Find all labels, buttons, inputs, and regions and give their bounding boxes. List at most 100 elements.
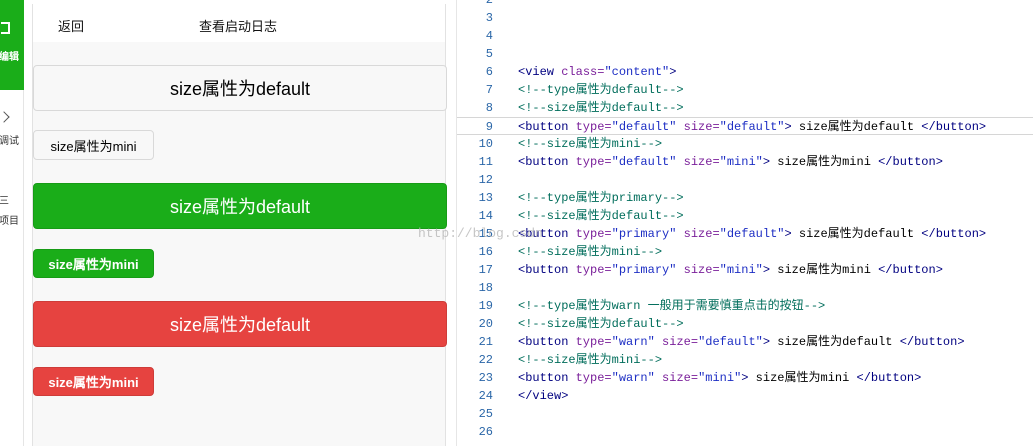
- code-token-text: size属性为mini: [748, 371, 857, 385]
- code-token-tag: >: [784, 227, 792, 241]
- simulator-screen: 返回 查看启动日志 size属性为default size属性为mini siz…: [32, 4, 447, 446]
- primary-button-mini-size[interactable]: size属性为mini: [33, 249, 154, 278]
- code-token-attr: size=: [662, 335, 699, 349]
- code-editor[interactable]: 2 3 4 5 6 <view class="content"> 7 <!--type属性为d…: [456, 0, 1033, 446]
- code-token-tag: <button: [518, 335, 576, 349]
- code-line[interactable]: 13 <!--type属性为primary-->: [457, 189, 1033, 207]
- code-token-value: "primary": [611, 263, 677, 277]
- code-line[interactable]: 20 <!--size属性为default-->: [457, 315, 1033, 333]
- code-text: <button type="primary" size="default"> s…: [518, 225, 986, 243]
- code-token-comment: <!--type属性为warn 一般用于需要慎重点击的按钮-->: [518, 299, 826, 313]
- line-number: 6: [485, 65, 493, 79]
- back-link[interactable]: 返回: [58, 16, 84, 35]
- code-text: <!--type属性为warn 一般用于需要慎重点击的按钮-->: [518, 297, 825, 315]
- code-token-comment: <!--size属性为default-->: [518, 101, 684, 115]
- code-line[interactable]: 18: [457, 279, 1033, 297]
- warn-button-default-size[interactable]: size属性为default: [33, 301, 447, 347]
- warn-button-mini-size[interactable]: size属性为mini: [33, 367, 154, 396]
- code-line[interactable]: 8 <!--size属性为default-->: [457, 99, 1033, 117]
- code-token-value: "mini": [719, 263, 763, 277]
- code-token-tag: <button: [518, 155, 576, 169]
- code-text: <!--size属性为default-->: [518, 207, 684, 225]
- code-token-attr: size=: [683, 120, 720, 134]
- code-token-comment: <!--type属性为default-->: [518, 83, 684, 97]
- code-token-text: size属性为default: [791, 120, 922, 134]
- code-token-value: "mini": [698, 371, 742, 385]
- view-startup-log-link[interactable]: 查看启动日志: [199, 16, 277, 35]
- code-token-comment: <!--size属性为default-->: [518, 317, 684, 331]
- code-line[interactable]: 21 <button type="warn" size="default"> si…: [457, 333, 1033, 351]
- code-line[interactable]: 12: [457, 171, 1033, 189]
- code-line[interactable]: 3: [457, 9, 1033, 27]
- code-line[interactable]: 15 <button type="primary" size="default">…: [457, 225, 1033, 243]
- code-token-value: "mini": [719, 155, 763, 169]
- code-line[interactable]: 24 </view>: [457, 387, 1033, 405]
- code-line[interactable]: 14 <!--size属性为default-->: [457, 207, 1033, 225]
- code-token-attr: type=: [575, 155, 612, 169]
- code-token-text: size属性为mini: [770, 263, 879, 277]
- code-token-tag: </button>: [899, 335, 965, 349]
- code-text: <button type="default" size="mini"> size…: [518, 153, 943, 171]
- code-token-tag: </button>: [921, 227, 987, 241]
- left-sidebar: 编辑 调试 三 项目: [0, 0, 24, 446]
- code-token-comment: <!--type属性为primary-->: [518, 191, 684, 205]
- line-number: 7: [485, 83, 493, 97]
- code-token-comment: <!--size属性为default-->: [518, 209, 684, 223]
- code-line[interactable]: 22 <!--size属性为mini-->: [457, 351, 1033, 369]
- code-line[interactable]: 23 <button type="warn" size="mini"> size属…: [457, 369, 1033, 387]
- code-line[interactable]: 26: [457, 423, 1033, 441]
- code-line[interactable]: 5: [457, 45, 1033, 63]
- code-token-value: "default": [611, 120, 677, 134]
- line-number: 14: [478, 209, 493, 223]
- default-button-default-size[interactable]: size属性为default: [33, 65, 447, 111]
- line-number: 2: [485, 0, 493, 7]
- sidebar-item-editor[interactable]: 编辑: [0, 0, 24, 90]
- watermark: http://blog.csdn: [418, 226, 543, 241]
- code-line[interactable]: 16 <!--size属性为mini-->: [457, 243, 1033, 261]
- code-text: <!--size属性为mini-->: [518, 351, 662, 369]
- line-number: 21: [478, 335, 493, 349]
- code-line[interactable]: 2: [457, 0, 1033, 9]
- line-number: 8: [485, 101, 493, 115]
- code-token-attr: class=: [561, 65, 605, 79]
- code-token-comment: <!--size属性为mini-->: [518, 353, 663, 367]
- chevron-right-icon: [0, 111, 10, 123]
- code-text: <!--size属性为mini-->: [518, 243, 662, 261]
- code-token-value: "default": [611, 155, 677, 169]
- code-line[interactable]: 25: [457, 405, 1033, 423]
- code-text: <!--size属性为mini-->: [518, 135, 662, 153]
- code-token-tag: </view>: [518, 389, 569, 403]
- sidebar-item-label: 项目: [0, 216, 19, 227]
- line-number: 20: [478, 317, 493, 331]
- code-token-value: "default": [698, 335, 763, 349]
- code-line[interactable]: 6 <view class="content">: [457, 63, 1033, 81]
- sidebar-item-label: 编辑: [0, 52, 19, 63]
- code-token-comment: <!--size属性为mini-->: [518, 137, 663, 151]
- code-token-attr: type=: [575, 227, 612, 241]
- line-number: 9: [485, 120, 493, 134]
- code-line[interactable]: 11 <button type="default" size="mini"> si…: [457, 153, 1033, 171]
- primary-button-default-size[interactable]: size属性为default: [33, 183, 447, 229]
- code-token-text: size属性为default: [791, 227, 922, 241]
- line-number: 25: [478, 407, 493, 421]
- code-line[interactable]: 17 <button type="primary" size="mini"> si…: [457, 261, 1033, 279]
- line-number: 5: [485, 47, 493, 61]
- code-token-value: "content": [604, 65, 670, 79]
- code-token-attr: type=: [575, 120, 612, 134]
- default-button-mini-size[interactable]: size属性为mini: [33, 130, 154, 160]
- line-number: 18: [478, 281, 493, 295]
- code-line[interactable]: 9 <button type="default" size="default"> …: [457, 117, 1033, 135]
- line-number: 22: [478, 353, 493, 367]
- code-line[interactable]: 19 <!--type属性为warn 一般用于需要慎重点击的按钮-->: [457, 297, 1033, 315]
- line-number: 12: [478, 173, 493, 187]
- code-token-value: "primary": [611, 227, 677, 241]
- code-line[interactable]: 7 <!--type属性为default-->: [457, 81, 1033, 99]
- line-number: 16: [478, 245, 493, 259]
- code-line[interactable]: 4: [457, 27, 1033, 45]
- code-text: <button type="warn" size="default"> size…: [518, 333, 965, 351]
- code-token-value: "warn": [611, 335, 655, 349]
- code-line[interactable]: 10 <!--size属性为mini-->: [457, 135, 1033, 153]
